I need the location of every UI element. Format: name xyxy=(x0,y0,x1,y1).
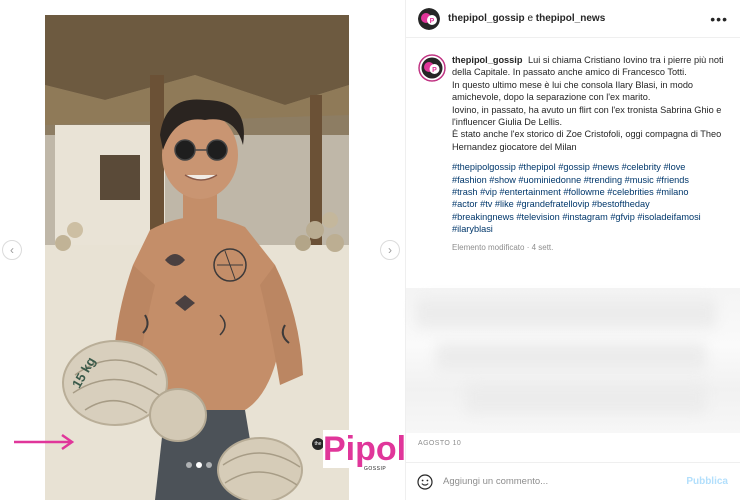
caption-line: È stato anche l'ex storico di Zoe Cristo… xyxy=(452,129,722,152)
hashtag-line[interactable]: #ilaryblasi xyxy=(452,223,733,235)
caption-username[interactable]: thepipol_gossip xyxy=(452,55,522,65)
blurred-placeholder xyxy=(466,383,706,413)
carousel-next-button[interactable]: › xyxy=(380,240,400,260)
carousel-dot xyxy=(186,462,192,468)
blurred-placeholder xyxy=(416,298,716,328)
post-media: 15 kg ‹ › the P Pipol GOSSIP xyxy=(0,0,405,500)
pipol-logo: the P Pipol GOSSIP xyxy=(312,430,405,480)
publish-button[interactable]: Pubblica xyxy=(686,476,728,487)
header-user-1[interactable]: thepipol_gossip xyxy=(448,13,525,24)
post-photo[interactable]: 15 kg xyxy=(45,15,349,500)
more-options-button[interactable]: ••• xyxy=(710,11,728,27)
post-caption: thepipol_gossip Lui si chiama Cristiano … xyxy=(452,54,733,254)
hashtag-line[interactable]: #thepipolgossip #thepipol #gossip #news … xyxy=(452,161,733,173)
carousel-dot xyxy=(206,462,212,468)
caption-block: P thepipol_gossip Lui si chiama Cristian… xyxy=(418,54,733,254)
blurred-placeholder xyxy=(436,343,706,371)
post-date: AGOSTO 10 xyxy=(418,440,462,447)
logo-name: Pipol xyxy=(323,430,405,468)
blurred-comments-area xyxy=(406,288,740,433)
caption-line: Iovino, in passato, ha avuto un flirt co… xyxy=(452,104,722,128)
comment-input[interactable] xyxy=(443,476,687,487)
hashtag-line[interactable]: #trash #vip #entertainment #followme #ce… xyxy=(452,186,733,198)
avatar[interactable]: P xyxy=(418,7,440,30)
more-horizontal-icon: ••• xyxy=(710,10,728,27)
logo-sub: GOSSIP xyxy=(364,466,387,472)
hashtag-line[interactable]: #breakingnews #television #instagram #gf… xyxy=(452,211,733,223)
carousel-dot-active xyxy=(196,462,202,468)
carousel-indicator xyxy=(186,462,212,468)
emoji-icon[interactable] xyxy=(417,473,433,490)
header-user-2[interactable]: thepipol_news xyxy=(536,13,605,24)
carousel-prev-button[interactable]: ‹ xyxy=(2,240,22,260)
hashtag-line[interactable]: #actor #tv #like #grandefratellovip #bes… xyxy=(452,198,733,210)
comment-bar: Pubblica xyxy=(405,462,740,500)
hashtag-list: #thepipolgossip #thepipol #gossip #news … xyxy=(452,161,733,235)
chevron-right-icon: › xyxy=(388,243,392,257)
svg-text:P: P xyxy=(430,18,435,25)
hashtag-line[interactable]: #fashion #show #uominiedonne #trending #… xyxy=(452,174,733,186)
arrow-right-icon xyxy=(14,433,75,451)
header-conjunction: e xyxy=(527,13,534,24)
chevron-left-icon: ‹ xyxy=(10,243,14,257)
post-header: P thepipol_gossip e thepipol_news ••• xyxy=(406,0,740,38)
avatar[interactable]: P xyxy=(418,54,446,82)
edited-timestamp: Elemento modificato · 4 sett. xyxy=(452,242,554,252)
photo-illustration xyxy=(45,15,349,500)
caption-line: In questo ultimo mese è lui che consola … xyxy=(452,79,694,103)
svg-text:P: P xyxy=(432,67,437,74)
header-usernames: thepipol_gossip e thepipol_news xyxy=(448,13,710,24)
